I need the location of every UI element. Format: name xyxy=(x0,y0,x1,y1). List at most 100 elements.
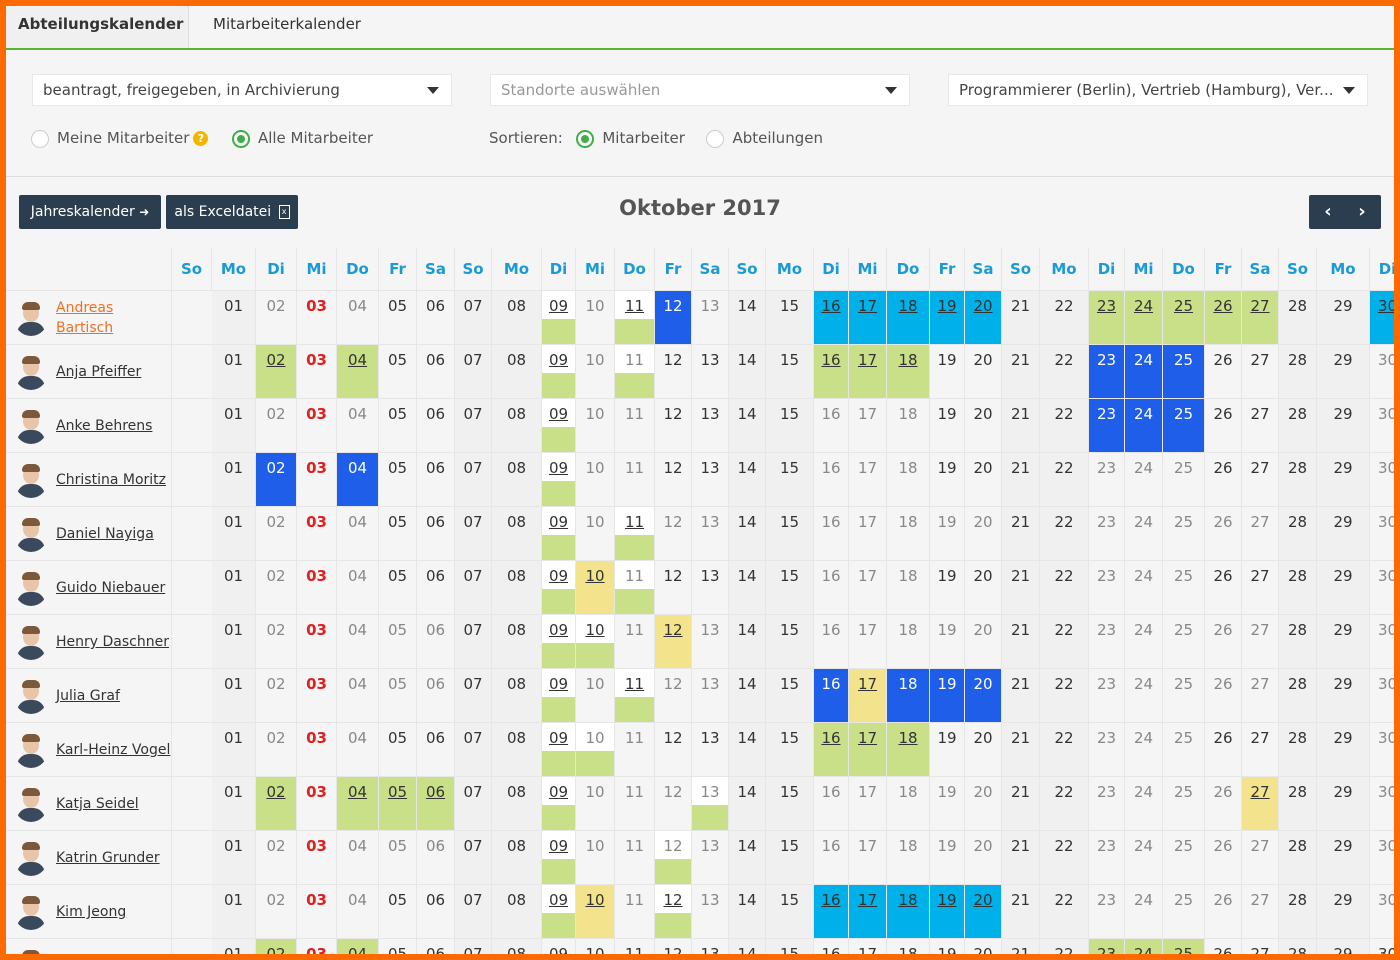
day-cell[interactable]: 17 xyxy=(849,669,887,723)
employee-name-link[interactable]: Julia Graf xyxy=(56,669,172,723)
day-cell[interactable]: 25 xyxy=(1163,291,1205,345)
day-cell[interactable]: 09 xyxy=(542,453,576,507)
day-cell[interactable]: 10 xyxy=(576,723,615,777)
day-cell[interactable]: 09 xyxy=(542,345,576,399)
employee-name-link[interactable]: Daniel Nayiga xyxy=(56,507,172,561)
day-cell[interactable]: 16 xyxy=(814,885,849,939)
day-cell[interactable]: 09 xyxy=(542,831,576,885)
day-cell[interactable]: 09 xyxy=(542,615,576,669)
day-cell[interactable]: 19 xyxy=(930,291,965,345)
employee-name-link[interactable]: Guido Niebauer xyxy=(56,561,172,615)
day-cell[interactable]: 09 xyxy=(542,291,576,345)
day-cell[interactable]: 02 xyxy=(256,453,297,507)
day-cell[interactable]: 16 xyxy=(814,345,849,399)
employee-name-link[interactable]: Anke Behrens xyxy=(56,399,172,453)
day-cell[interactable]: 11 xyxy=(615,669,655,723)
day-cell[interactable]: 10 xyxy=(576,615,615,669)
radio-meine-mitarbeiter[interactable] xyxy=(31,129,49,148)
day-cell[interactable]: 17 xyxy=(849,345,887,399)
day-cell[interactable]: 09 xyxy=(542,507,576,561)
day-cell[interactable]: 17 xyxy=(849,885,887,939)
day-cell[interactable]: 02 xyxy=(256,777,297,831)
day-cell[interactable]: 20 xyxy=(965,885,1002,939)
employee-name-link[interactable] xyxy=(56,939,172,954)
day-cell[interactable]: 24 xyxy=(1125,939,1163,954)
day-cell[interactable]: 26 xyxy=(1205,291,1242,345)
day-cell[interactable]: 24 xyxy=(1125,345,1163,399)
day-cell[interactable]: 12 xyxy=(655,615,692,669)
employee-name-link[interactable]: Kim Jeong xyxy=(56,885,172,939)
day-cell[interactable]: 17 xyxy=(849,723,887,777)
day-cell[interactable]: 27 xyxy=(1242,777,1279,831)
day-cell[interactable]: 18 xyxy=(887,291,930,345)
employee-name-link[interactable]: Christina Moritz xyxy=(56,453,172,507)
locations-select[interactable]: Standorte auswählen xyxy=(490,74,910,106)
day-cell[interactable]: 18 xyxy=(887,885,930,939)
day-cell[interactable]: 18 xyxy=(887,345,930,399)
tab-mitarbeiterkalender[interactable]: Mitarbeiterkalender xyxy=(201,6,373,48)
day-cell[interactable]: 12 xyxy=(655,885,692,939)
day-cell[interactable]: 11 xyxy=(615,345,655,399)
day-cell[interactable]: 25 xyxy=(1163,399,1205,453)
employee-name-link[interactable]: Andreas Bartisch xyxy=(56,291,172,345)
day-cell[interactable]: 13 xyxy=(692,777,729,831)
day-cell[interactable]: 09 xyxy=(542,777,576,831)
day-cell[interactable]: 09 xyxy=(542,399,576,453)
radio-sort-abteilungen[interactable] xyxy=(706,129,725,148)
day-cell[interactable]: 25 xyxy=(1163,939,1205,954)
day-cell[interactable]: 19 xyxy=(930,885,965,939)
day-cell[interactable]: 20 xyxy=(965,669,1002,723)
day-cell[interactable]: 02 xyxy=(256,345,297,399)
radio-sort-mitarbeiter[interactable] xyxy=(576,129,595,148)
day-cell[interactable]: 09 xyxy=(542,885,576,939)
next-month-icon[interactable]: › xyxy=(1345,195,1379,229)
day-cell[interactable]: 10 xyxy=(576,885,615,939)
day-cell[interactable]: 17 xyxy=(849,291,887,345)
day-cell[interactable]: 11 xyxy=(615,561,655,615)
day-cell[interactable]: 27 xyxy=(1242,291,1279,345)
day-cell[interactable]: 18 xyxy=(887,723,930,777)
tab-abteilungskalender[interactable]: Abteilungskalender xyxy=(6,6,189,48)
year-calendar-button[interactable]: Jahreskalender ➜ xyxy=(19,195,161,229)
departments-select[interactable]: Programmierer (Berlin), Vertrieb (Hambur… xyxy=(948,74,1368,106)
help-icon[interactable]: ? xyxy=(193,131,209,146)
day-cell[interactable]: 23 xyxy=(1089,291,1125,345)
day-cell[interactable]: 18 xyxy=(887,669,930,723)
day-cell[interactable]: 12 xyxy=(655,831,692,885)
day-cell[interactable]: 04 xyxy=(337,345,379,399)
status-select[interactable]: beantragt, freigegeben, in Archivierung xyxy=(32,74,452,106)
day-cell[interactable]: 09 xyxy=(542,723,576,777)
day-cell[interactable]: 16 xyxy=(814,291,849,345)
employee-name-link[interactable]: Karl-Heinz Vogel xyxy=(56,723,172,777)
day-cell[interactable]: 23 xyxy=(1089,399,1125,453)
day-cell[interactable]: 20 xyxy=(965,291,1002,345)
excel-export-button[interactable]: als Exceldatei x xyxy=(166,195,298,229)
prev-month-icon[interactable]: ‹ xyxy=(1311,195,1345,229)
day-cell[interactable]: 16 xyxy=(814,669,849,723)
day-cell[interactable]: 24 xyxy=(1125,291,1163,345)
day-cell[interactable]: 23 xyxy=(1089,345,1125,399)
day-cell[interactable]: 04 xyxy=(337,777,379,831)
day-cell[interactable]: 09 xyxy=(542,669,576,723)
employee-name-link[interactable]: Anja Pfeiffer xyxy=(56,345,172,399)
day-cell[interactable]: 11 xyxy=(615,507,655,561)
day-cell[interactable]: 06 xyxy=(417,777,455,831)
day-cell[interactable]: 16 xyxy=(814,723,849,777)
day-cell[interactable]: 23 xyxy=(1089,939,1125,954)
day-cell[interactable]: 09 xyxy=(542,561,576,615)
day-cell[interactable]: 04 xyxy=(337,939,379,954)
day-cell[interactable]: 05 xyxy=(379,777,417,831)
employee-name-link[interactable]: Katja Seidel xyxy=(56,777,172,831)
radio-alle-mitarbeiter[interactable] xyxy=(231,129,250,148)
day-cell[interactable]: 25 xyxy=(1163,345,1205,399)
day-cell[interactable]: 11 xyxy=(615,291,655,345)
day-cell[interactable]: 19 xyxy=(930,669,965,723)
employee-name-link[interactable]: Katrin Grunder xyxy=(56,831,172,885)
day-cell[interactable]: 24 xyxy=(1125,399,1163,453)
day-cell[interactable]: 04 xyxy=(337,453,379,507)
day-cell[interactable]: 30 xyxy=(1370,291,1394,345)
day-cell[interactable]: 02 xyxy=(256,939,297,954)
day-cell[interactable]: 12 xyxy=(655,291,692,345)
day-cell[interactable]: 10 xyxy=(576,561,615,615)
employee-name-link[interactable]: Henry Daschner xyxy=(56,615,172,669)
